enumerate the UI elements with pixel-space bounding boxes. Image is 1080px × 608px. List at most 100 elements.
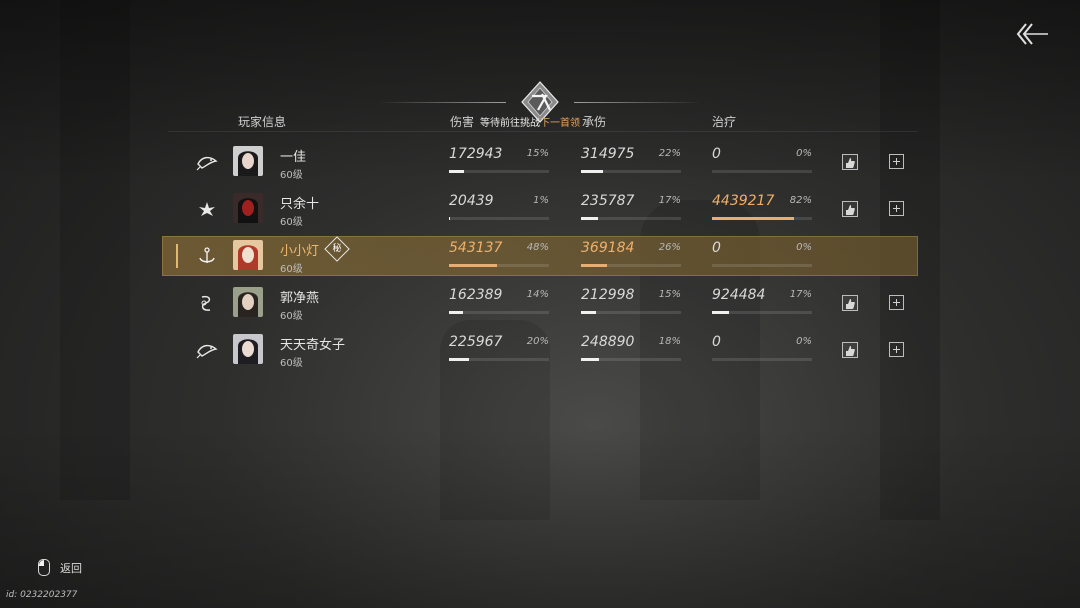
taken-value: 314975 [581,146,635,162]
player-level: 60级 [280,170,303,181]
damage-percent: 48% [526,242,549,253]
taken-bar [581,311,681,314]
player-name: 天天奇女子 [280,338,346,353]
taken-bar [581,217,681,220]
taken-percent: 17% [658,195,681,206]
heal-percent: 82% [789,195,812,206]
add-friend-button[interactable] [889,295,904,310]
heal-bar-fill [712,217,794,220]
column-heal: 治疗 [712,115,737,129]
add-friend-button[interactable] [889,201,904,216]
fish-emblem-icon [196,152,218,172]
player-row[interactable]: 天天奇女子 60级 225967 20% 248890 18% 0 0% [162,330,918,370]
player-name: 一佳 [280,150,307,165]
player-name: 只余十 [280,197,320,212]
column-taken: 承伤 [582,115,607,129]
waiting-message: 等待前往挑战下一首领 [480,118,580,129]
taken-value: 248890 [581,334,635,350]
player-row[interactable]: 只余十 60级 20439 1% 235787 17% 4439217 82% [162,189,918,229]
heal-value: 0 [712,334,721,350]
return-label: 返回 [60,562,82,575]
column-damage: 伤害 [450,115,475,129]
taken-bar-fill [581,358,599,361]
back-arrow-button[interactable] [1014,20,1050,50]
ornament-line-left [378,102,506,103]
damage-percent: 14% [526,289,549,300]
fish-emblem-icon [196,340,218,360]
like-button[interactable] [842,154,858,170]
damage-value: 543137 [449,240,503,256]
taken-value: 235787 [581,193,635,209]
avatar [233,287,263,317]
damage-value: 172943 [449,146,503,162]
back-arrow-icon [1016,23,1048,45]
avatar [233,240,263,270]
lotus-emblem-icon [196,199,218,219]
next-boss-text: 下一首领 [540,118,580,129]
selected-indicator [176,244,178,268]
player-level: 60级 [280,217,303,228]
taken-bar-fill [581,217,598,220]
player-badge: 秘 [324,236,350,262]
player-row[interactable]: 小小灯 60级 秘 543137 48% 369184 26% 0 0% [162,236,918,276]
avatar [233,193,263,223]
heal-value: 924484 [712,287,766,303]
thumbs-up-icon [846,299,855,309]
player-name: 小小灯 [280,244,320,259]
thumbs-up-icon [846,158,855,168]
taken-percent: 26% [658,242,681,253]
like-button[interactable] [842,342,858,358]
player-name: 郭净燕 [280,291,320,306]
damage-bar-fill [449,311,463,314]
damage-bar-fill [449,358,469,361]
damage-percent: 15% [526,148,549,159]
heal-percent: 0% [796,336,812,347]
heal-bar [712,264,812,267]
thumbs-up-icon [846,205,855,215]
damage-value: 225967 [449,334,503,350]
damage-bar-fill [449,264,497,267]
like-button[interactable] [842,295,858,311]
taken-bar [581,170,681,173]
like-button[interactable] [842,201,858,217]
taken-bar [581,264,681,267]
add-friend-button[interactable] [889,342,904,357]
column-player-info: 玩家信息 [238,115,287,129]
heal-value: 0 [712,240,721,256]
damage-bar [449,170,549,173]
ornament-line-right [574,102,702,103]
heal-percent: 17% [789,289,812,300]
damage-bar [449,264,549,267]
heal-bar [712,311,812,314]
player-row[interactable]: 郭净燕 60级 162389 14% 212998 15% 924484 17% [162,283,918,323]
taken-bar-fill [581,170,603,173]
heal-percent: 0% [796,242,812,253]
add-friend-button[interactable] [889,154,904,169]
damage-value: 162389 [449,287,503,303]
taken-percent: 15% [658,289,681,300]
player-level: 60级 [280,311,303,322]
damage-bar [449,358,549,361]
damage-bar [449,217,549,220]
heal-bar [712,358,812,361]
heal-value: 0 [712,146,721,162]
damage-bar-fill [449,217,450,220]
avatar [233,334,263,364]
anchor-emblem-icon [196,246,218,266]
damage-bar-fill [449,170,464,173]
damage-percent: 1% [533,195,549,206]
player-row[interactable]: 一佳 60级 172943 15% 314975 22% 0 0% [162,142,918,182]
heal-bar-fill [712,311,729,314]
avatar [233,146,263,176]
heal-bar [712,170,812,173]
taken-bar-fill [581,264,607,267]
header-divider [168,131,918,132]
heal-percent: 0% [796,148,812,159]
swirl-emblem-icon [196,293,218,313]
player-level: 60级 [280,264,303,275]
taken-bar-fill [581,311,596,314]
damage-value: 20439 [449,193,494,209]
user-id: id: 0232202377 [6,590,78,600]
taken-bar [581,358,681,361]
taken-value: 369184 [581,240,635,256]
